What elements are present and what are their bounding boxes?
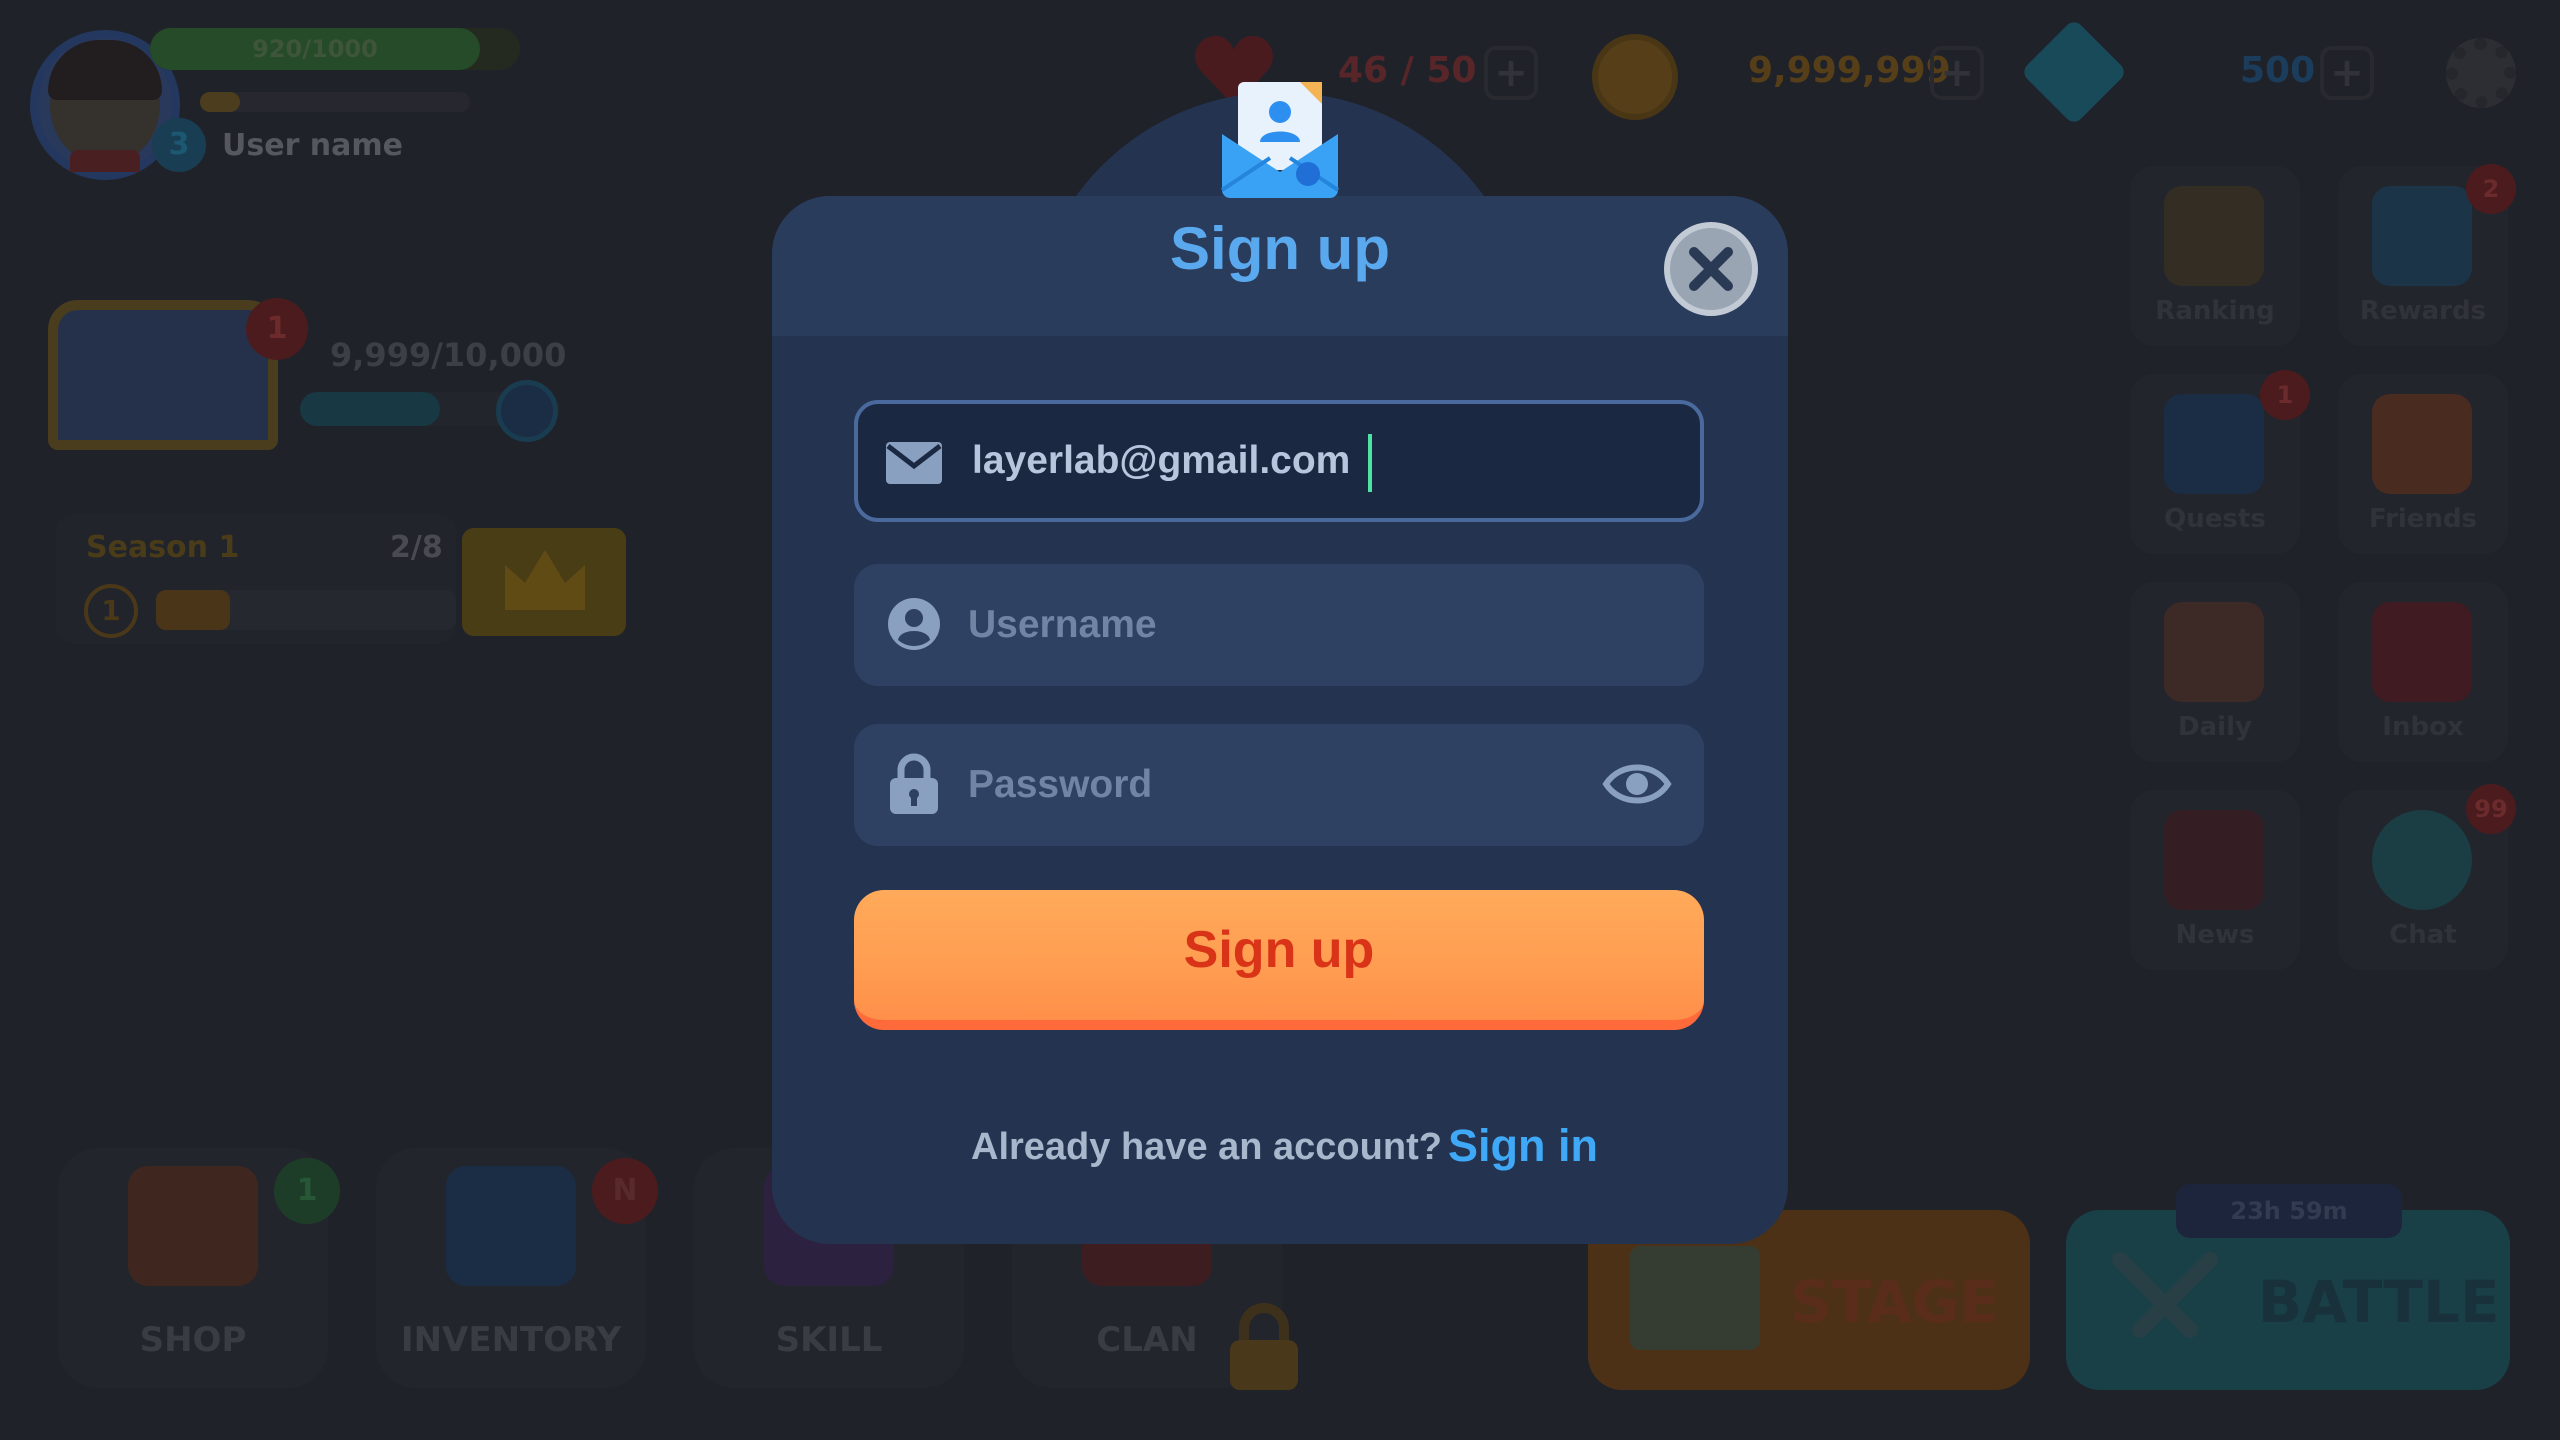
user-icon xyxy=(888,598,940,650)
username-field[interactable]: Username xyxy=(854,564,1704,686)
modal-title: Sign up xyxy=(1170,215,1390,282)
lock-icon xyxy=(890,753,938,814)
signup-button-label: Sign up xyxy=(1183,921,1375,979)
close-button[interactable] xyxy=(1664,222,1758,316)
password-field[interactable]: Password xyxy=(854,724,1704,846)
email-field[interactable]: layerlab@gmail.com xyxy=(854,400,1704,522)
eye-icon[interactable] xyxy=(1602,754,1672,814)
password-placeholder: Password xyxy=(968,763,1153,806)
text-caret xyxy=(1368,434,1372,492)
envelope-letter-icon xyxy=(1220,82,1340,198)
close-icon xyxy=(1689,247,1733,291)
already-have-account-text: Already have an account? xyxy=(971,1126,1442,1168)
modal-panel xyxy=(772,196,1788,1244)
mail-icon xyxy=(886,442,942,484)
signin-link[interactable]: Sign in xyxy=(1448,1120,1598,1172)
email-value: layerlab@gmail.com xyxy=(972,439,1351,482)
username-placeholder: Username xyxy=(968,603,1157,646)
